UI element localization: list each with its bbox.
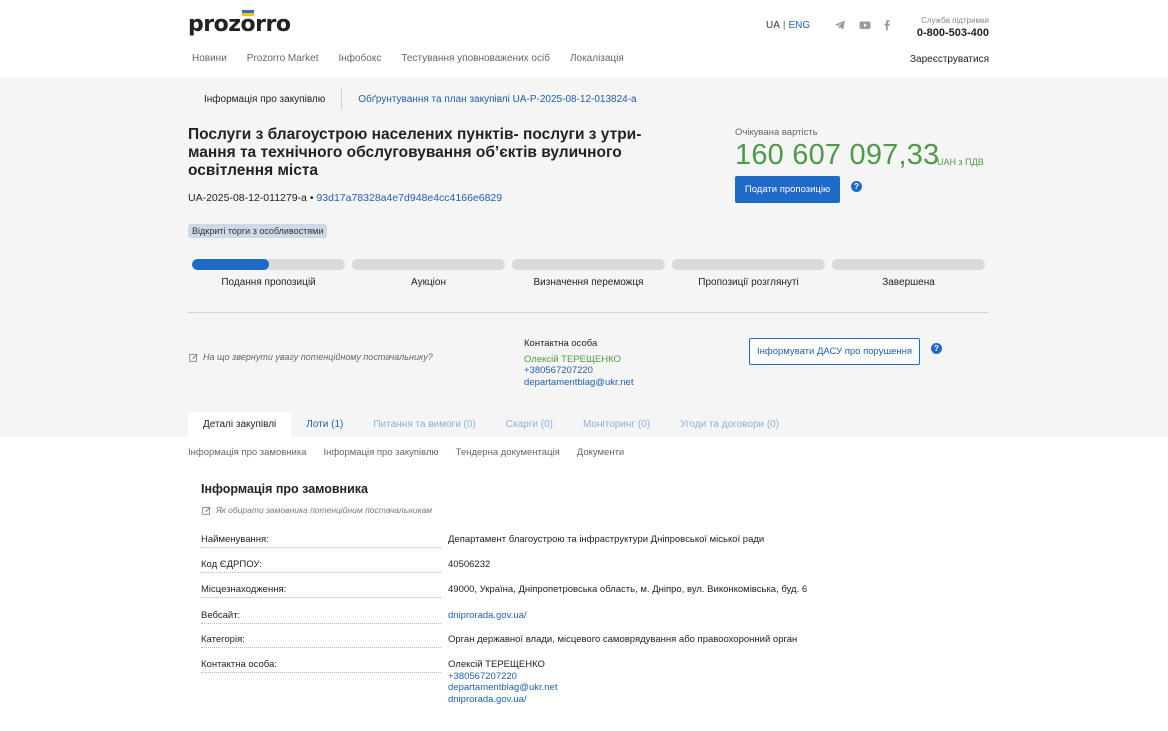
stage-complete: Завершена bbox=[832, 259, 985, 288]
customer-website-link[interactable]: dniprorada.gov.ua/ bbox=[448, 610, 527, 622]
tender-tabs: Деталі закупівлі Лоти (1) Питання та вим… bbox=[188, 412, 794, 437]
expected-value-unit: UAH з ПДВ bbox=[937, 157, 984, 167]
customer-choice-guide-link[interactable]: Як обирати замовника потенційним постача… bbox=[202, 505, 432, 515]
tab-lots[interactable]: Лоти (1) bbox=[291, 412, 358, 437]
supplier-attention-link[interactable]: На що звернути увагу потенційному постач… bbox=[189, 352, 433, 362]
customer-contact-website[interactable]: dniprorada.gov.ua/ bbox=[448, 694, 557, 706]
customer-contact-name: Олексій ТЕРЕЩЕНКО bbox=[448, 659, 545, 670]
language-switcher: UA | ENG bbox=[766, 20, 811, 31]
tender-title: Послуги з благоустрою населених пунктів-… bbox=[188, 126, 642, 179]
nav-testing[interactable]: Тестування уповноважених осіб bbox=[401, 53, 550, 64]
register-link[interactable]: Зареєструватися bbox=[910, 54, 989, 65]
tender-id: UA-2025-08-12-011279-a bbox=[188, 192, 307, 204]
expected-value-label: Очікувана вартість bbox=[735, 127, 818, 138]
tender-crumbs: Інформація про закупівлю Обґрунтування т… bbox=[188, 88, 653, 110]
customer-contact-email[interactable]: departamentblag@ukr.net bbox=[448, 682, 557, 694]
section-divider bbox=[188, 312, 989, 313]
details-subnav: Інформація про замовника Інформація про … bbox=[188, 447, 624, 458]
crumb-tender-info[interactable]: Інформація про закупівлю bbox=[188, 94, 341, 105]
stage-auction: Аукціон bbox=[352, 259, 505, 288]
stage-winner: Визначення переможця bbox=[512, 259, 665, 288]
contact-phone[interactable]: +380567207220 bbox=[524, 365, 633, 377]
contact-email[interactable]: departamentblag@ukr.net bbox=[524, 377, 633, 389]
tab-monitoring[interactable]: Моніторинг (0) bbox=[568, 412, 665, 437]
nav-infobox[interactable]: Інфобокс bbox=[338, 53, 381, 64]
nav-news[interactable]: Новини bbox=[192, 53, 227, 64]
edit-icon bbox=[202, 506, 211, 515]
tab-questions[interactable]: Питання та вимоги (0) bbox=[358, 412, 490, 437]
prozorro-logo[interactable]: prozorro bbox=[188, 10, 291, 37]
contact-person-block: Контактна особа Олексій ТЕРЕЩЕНКО +38056… bbox=[524, 338, 633, 388]
crumb-plan-link[interactable]: Обґрунтування та план закупівлі UA-P-202… bbox=[342, 94, 652, 105]
tender-ids: UA-2025-08-12-011279-a • 93d17a78328a4e7… bbox=[188, 192, 503, 204]
stage-bar bbox=[672, 259, 825, 270]
lang-ua[interactable]: UA bbox=[766, 20, 780, 31]
tab-details[interactable]: Деталі закупівлі bbox=[188, 412, 292, 437]
help-icon[interactable]: ? bbox=[931, 343, 942, 354]
stage-progress-fill bbox=[192, 259, 269, 270]
subnav-documents[interactable]: Документи bbox=[577, 447, 624, 458]
edit-icon bbox=[189, 353, 198, 362]
customer-section-title: Інформація про замовника bbox=[201, 482, 368, 496]
nav-localization[interactable]: Локалізація bbox=[570, 53, 624, 64]
expected-value: 160 607 097,33 bbox=[735, 139, 940, 171]
support-phone[interactable]: 0-800-503-400 bbox=[917, 27, 989, 39]
help-icon[interactable]: ? bbox=[851, 181, 862, 192]
stage-bar bbox=[192, 259, 345, 270]
tab-complaints[interactable]: Скарги (0) bbox=[491, 412, 568, 437]
telegram-icon[interactable] bbox=[834, 19, 846, 31]
support-contact: Служба підтримки 0-800-503-400 bbox=[916, 16, 989, 39]
nav-market[interactable]: Prozorro Market bbox=[247, 53, 319, 64]
contact-heading: Контактна особа bbox=[524, 338, 598, 349]
submit-bid-button[interactable]: Подати пропозицію bbox=[735, 176, 840, 203]
site-header: prozorro UA | ENG Служба підтримки 0-800-5… bbox=[0, 0, 1168, 78]
stage-reviewed: Пропозиції розглянуті bbox=[672, 259, 825, 288]
customer-contact-phone[interactable]: +380567207220 bbox=[448, 671, 557, 683]
contact-name: Олексій ТЕРЕЩЕНКО bbox=[524, 353, 621, 365]
main-nav: Новини Prozorro Market Інфобокс Тестуван… bbox=[192, 53, 624, 64]
facebook-icon[interactable] bbox=[881, 19, 893, 31]
stage-bar bbox=[832, 259, 985, 270]
subnav-tender-info[interactable]: Інформація про закупівлю bbox=[323, 447, 438, 458]
lang-eng[interactable]: ENG bbox=[789, 20, 811, 31]
youtube-icon[interactable] bbox=[859, 19, 871, 31]
stage-bids: Подання пропозицій bbox=[192, 259, 345, 288]
tender-hash[interactable]: 93d17a78328a4e7d948e4cc4166e6829 bbox=[316, 192, 502, 204]
report-dasu-button[interactable]: Інформувати ДАСУ про порушення bbox=[749, 338, 920, 365]
subnav-tender-docs[interactable]: Тендерна документація bbox=[456, 447, 560, 458]
stage-bar bbox=[352, 259, 505, 270]
subnav-customer-info[interactable]: Інформація про замовника bbox=[188, 447, 306, 458]
tab-contracts[interactable]: Угоди та договори (0) bbox=[665, 412, 794, 437]
stage-bar bbox=[512, 259, 665, 270]
procedure-badge: Відкриті торги з особливостями bbox=[188, 224, 328, 238]
